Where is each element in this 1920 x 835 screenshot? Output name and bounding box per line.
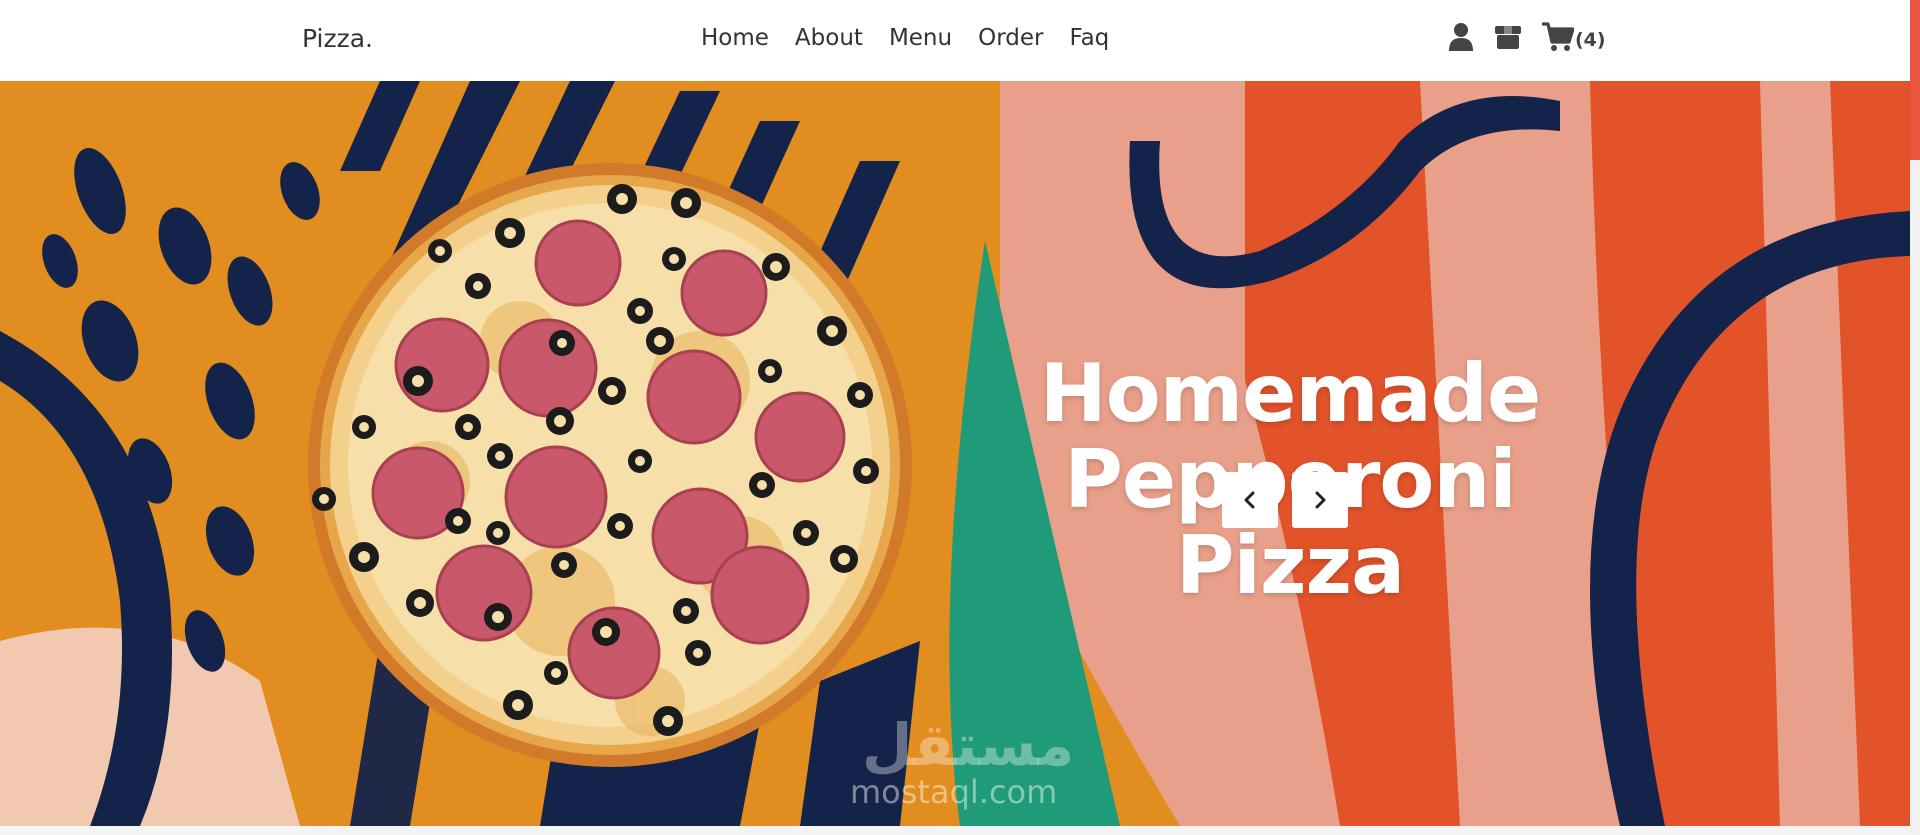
top-navbar: Pizza. Home About Menu Order Faq (4) [0,0,1910,81]
user-icon[interactable] [1448,22,1474,52]
header-icons: (4) [1448,22,1606,52]
nav-home-link[interactable]: Home [701,25,769,51]
box-icon[interactable] [1494,23,1522,51]
hero-headline-line1: Homemade [1039,347,1541,440]
nav-faq-link[interactable]: Faq [1069,25,1109,51]
watermark-latin: mostaql.com [850,773,1058,811]
pizza-image [308,163,912,767]
hero-headline: Homemade Pepperoni Pizza [940,351,1640,609]
cart-button[interactable]: (4) [1542,22,1606,52]
nav-menu-link[interactable]: Menu [889,25,952,51]
nav-order-link[interactable]: Order [978,25,1043,51]
slider-prev-button[interactable] [1222,472,1278,528]
main-nav: Home About Menu Order Faq [701,25,1109,51]
chevron-left-icon [1244,491,1255,509]
cart-count-badge: (4) [1575,29,1606,51]
nav-about-link[interactable]: About [795,25,863,51]
cart-icon [1542,22,1574,51]
hero-headline-line2: Pepperoni Pizza [1064,433,1516,612]
page-bottom-strip [0,826,1910,835]
page-scrollbar-thumb[interactable] [1910,0,1920,160]
slider-next-button[interactable] [1292,472,1348,528]
hero-slider: Homemade Pepperoni Pizza مستقل mostaql.c… [0,81,1910,826]
chevron-right-icon [1315,491,1326,509]
watermark-arabic: مستقل [862,711,1075,779]
brand-logo[interactable]: Pizza. [302,24,373,53]
